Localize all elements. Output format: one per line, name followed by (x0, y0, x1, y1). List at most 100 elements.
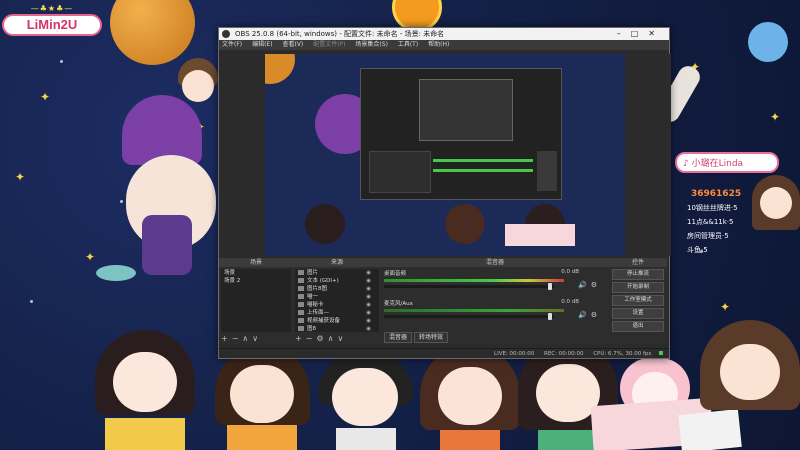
status-bar: LIVE: 00:00:00 REC: 00:00:00 CPU: 6.7%, … (219, 348, 669, 358)
streamer-title: ♪ 小璐在Linda (675, 152, 779, 173)
add-icon[interactable]: + (221, 334, 232, 343)
source-item[interactable]: 图片 ◉ (295, 269, 379, 277)
minimize-icon[interactable]: – (617, 29, 631, 38)
eye-icon[interactable]: ◉ (366, 269, 371, 277)
mixer-panel: 混音器 桌面音频 0.0 dB 🔊⚙ 麦克风/Aux 0.0 dB 🔊⚙ 混音器… (381, 258, 610, 344)
star-icon: ✦ (770, 110, 781, 124)
room-number: 36961625 (691, 189, 742, 199)
star-icon: ✦ (40, 90, 51, 104)
maximize-icon[interactable]: □ (631, 29, 649, 38)
image-icon (298, 294, 304, 299)
exit-button[interactable]: 退出 (612, 321, 664, 332)
source-item[interactable]: 图8 ◉ (295, 325, 379, 333)
menu-scene-collection[interactable]: 场景集合(S) (355, 41, 388, 48)
mixer-title: 混音器 (381, 258, 609, 267)
mixer-tabs: 混音器 转场特效 (384, 332, 450, 343)
eye-icon[interactable]: ◉ (366, 285, 371, 293)
channel-db: 0.0 dB (561, 269, 579, 275)
brand-decoration: —♣★♣— (30, 4, 74, 13)
menu-edit[interactable]: 编辑(E) (252, 41, 272, 48)
remove-icon[interactable]: − (232, 334, 243, 343)
girl-character (700, 320, 800, 420)
down-icon[interactable]: ∨ (252, 334, 262, 343)
channel-controls: 🔊⚙ (578, 281, 601, 289)
docks-area: 场景 场景 场景 2 +−∧∨ 来源 图片 ◉ 文本 (GDI+) ◉ 图片8图 ◉ … (219, 258, 669, 346)
settings-button[interactable]: 设置 (612, 308, 664, 319)
scene-item[interactable]: 场景 2 (221, 277, 291, 285)
eye-icon[interactable]: ◉ (366, 277, 371, 285)
speaker-icon[interactable]: 🔊 (578, 281, 591, 289)
stop-streaming-button[interactable]: 停止推流 (612, 269, 664, 280)
start-recording-button[interactable]: 开始录制 (612, 282, 664, 293)
image-icon (298, 302, 304, 307)
eye-icon[interactable]: ◉ (366, 301, 371, 309)
source-item[interactable]: 文本 (GDI+) ◉ (295, 277, 379, 285)
punk-character (112, 95, 222, 275)
up-icon[interactable]: ∧ (328, 334, 338, 343)
volume-slider[interactable] (384, 283, 554, 290)
source-item[interactable]: 视频捕获设备 ◉ (295, 317, 379, 325)
source-item[interactable]: 喵秘卡 ◉ (295, 301, 379, 309)
add-icon[interactable]: + (295, 334, 306, 343)
nested-preview (419, 79, 513, 141)
menu-bar: 文件(F) 编辑(E) 查看(V) 配置文件(P) 场景集合(S) 工具(T) … (219, 40, 669, 50)
canvas-margin (219, 54, 265, 256)
star-icon: ✦ (720, 300, 731, 314)
remove-icon[interactable]: − (306, 334, 317, 343)
tab-mixer[interactable]: 混音器 (384, 332, 413, 343)
star-icon: ✦ (15, 170, 26, 184)
controls-panel: 控件 停止推流 开始录制 工作室模式 设置 退出 (609, 258, 667, 344)
star-icon: ✦ (85, 250, 96, 264)
eye-icon[interactable]: ◉ (366, 317, 371, 325)
source-item[interactable]: 上传面— ◉ (295, 309, 379, 317)
down-icon[interactable]: ∨ (337, 334, 347, 343)
channel-db: 0.0 dB (561, 299, 579, 305)
menu-help[interactable]: 帮助(H) (428, 41, 449, 48)
eye-icon[interactable]: ◉ (366, 293, 371, 301)
canvas-margin (625, 54, 671, 256)
channel-name: LiMin2U (2, 14, 102, 36)
stream-health-icon (659, 351, 663, 355)
info-line: 11点&&11k·5 (687, 218, 734, 226)
eye-icon[interactable]: ◉ (366, 325, 371, 333)
gear-icon[interactable]: ⚙ (316, 334, 327, 343)
mixer-channel: 麦克风/Aux 0.0 dB 🔊⚙ (381, 297, 609, 327)
nested-preview (360, 68, 562, 200)
studio-mode-button[interactable]: 工作室模式 (612, 295, 664, 306)
source-item[interactable]: 喵一 ◉ (295, 293, 379, 301)
scene-list: 场景 场景 2 (221, 269, 291, 332)
girl-character (215, 345, 310, 450)
image-icon (298, 310, 304, 315)
menu-profile[interactable]: 配置文件(P) (313, 41, 345, 48)
cpu-status: CPU: 6.7%, 30.00 fps (593, 351, 652, 357)
close-icon[interactable]: ✕ (648, 29, 665, 38)
sources-panel: 来源 图片 ◉ 文本 (GDI+) ◉ 图片8图 ◉ 喵一 ◉ 喵秘卡 ◉ 上传面— ◉ 视… (293, 258, 382, 344)
up-icon[interactable]: ∧ (242, 334, 252, 343)
window-titlebar[interactable]: OBS 25.0.8 (64-bit, windows) - 配置文件: 未命名… (219, 28, 669, 40)
menu-file[interactable]: 文件(F) (222, 41, 242, 48)
volume-slider[interactable] (384, 313, 554, 320)
source-item[interactable]: 图片8图 ◉ (295, 285, 379, 293)
boy-character (178, 58, 218, 118)
live-status: LIVE: 00:00:00 (494, 351, 535, 357)
channel-controls: 🔊⚙ (578, 311, 601, 319)
menu-view[interactable]: 查看(V) (282, 41, 303, 48)
gear-icon[interactable]: ⚙ (591, 311, 601, 319)
scene-item[interactable]: 场景 (221, 269, 291, 277)
channel-brand: —♣★♣— LiMin2U (2, 4, 102, 36)
eye-icon[interactable]: ◉ (366, 309, 371, 317)
scene-toolbar: +−∧∨ (221, 334, 262, 343)
boy-character (318, 350, 413, 450)
preview-canvas[interactable] (265, 54, 625, 256)
speaker-icon[interactable]: 🔊 (578, 311, 591, 319)
info-line: 斗鱼·5 (687, 246, 708, 254)
menu-tools[interactable]: 工具(T) (398, 41, 418, 48)
tab-transitions[interactable]: 转场特效 (414, 332, 449, 343)
scenes-title: 场景 (219, 258, 293, 267)
controls-title: 控件 (609, 258, 667, 267)
planet-icon (748, 22, 788, 62)
scenes-panel: 场景 场景 场景 2 +−∧∨ (219, 258, 294, 344)
volume-meter (384, 279, 564, 282)
obs-logo-icon (222, 30, 230, 38)
gear-icon[interactable]: ⚙ (591, 281, 601, 289)
